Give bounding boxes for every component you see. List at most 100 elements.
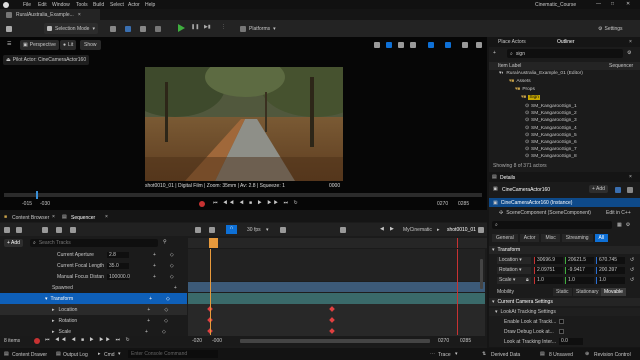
revision-control-button[interactable]: Revision Control [594,352,631,358]
list-item[interactable]: ⊙ SM_KangarooSign_1 [525,103,577,110]
track-row-selected[interactable]: ▾ Transform + ◇ [0,293,187,304]
menu-select[interactable]: Select [110,2,128,8]
pause-button[interactable]: ❚❚ [191,24,199,30]
transform-section-header[interactable]: ▾ Transform [489,246,640,254]
rotation-y-field[interactable]: -9.9417 [565,267,594,274]
blueprint-icon[interactable] [615,187,621,193]
perspective-button[interactable]: ▣ Perspective [20,40,59,50]
tree-folder-assets[interactable]: ▾■ Assets [509,79,531,84]
snap-icon[interactable] [195,227,201,233]
add-key-icon[interactable]: + [147,318,150,324]
add-key-icon[interactable]: + [153,274,156,280]
track-row[interactable]: Spawned + [0,282,187,293]
viewport-scrub-bar[interactable] [4,191,482,199]
list-item[interactable]: ⊙ SM_KangarooSign_6 [525,139,577,146]
content-drawer-button[interactable]: Content Drawer [12,352,47,358]
scale-y-field[interactable]: 1.0 [565,277,594,284]
horizontal-scrollbar[interactable] [240,339,430,343]
rotate-icon[interactable] [398,42,404,48]
save-icon[interactable] [6,26,12,32]
rotation-dropdown[interactable]: Rotation ▾ [497,267,531,274]
track-row[interactable]: Current Focal Length 35.0 + ◇ [0,260,187,271]
scale-x-field[interactable]: 1.0 [534,277,563,284]
camera-icon[interactable] [56,227,62,233]
mobility-static[interactable]: Static [553,288,572,296]
section-bar[interactable] [188,249,485,281]
platforms-button[interactable]: Platforms ▾ [240,23,276,34]
add-key-icon[interactable]: + [145,329,148,335]
output-log-button[interactable]: Output Log [63,352,88,358]
item-label-header[interactable]: Item Label [498,63,521,69]
list-item[interactable]: ⊙ SM_KangarooSign_3 [525,117,577,124]
add-content-icon[interactable] [110,26,116,32]
viewport-layout-icon[interactable] [476,42,482,48]
select-mode-icon[interactable] [374,42,380,48]
key-diamond-icon[interactable]: ◇ [164,318,168,324]
minimize-icon[interactable]: — [596,1,601,7]
outliner-search-input[interactable]: ⌕ sign [507,49,623,58]
reset-icon[interactable]: ↺ [630,267,634,273]
close-icon[interactable]: × [629,174,632,180]
back-arrow-icon[interactable]: ◀ [380,226,384,232]
playback-options-icon[interactable] [280,227,286,233]
mobility-movable[interactable]: Movable [601,288,626,296]
list-item[interactable]: ⊙ SM_KangarooSign_2 [525,110,577,117]
search-tracks-input[interactable]: ⌕ Search Tracks [30,239,158,247]
derived-data-button[interactable]: Derived Data [491,352,520,358]
add-track-button[interactable]: + Add [4,239,23,247]
grid-view-icon[interactable]: ▦ [617,222,622,228]
translate-icon[interactable] [386,42,392,48]
track-value[interactable]: 35.0 [107,262,129,269]
level-tab[interactable]: RuralAustralia_Example... × [0,9,100,20]
transport-controls[interactable]: ⏮ ◀◀ ◀ ■ ▶ ▶▶ ⏭ ↻ [213,200,300,206]
playhead-line[interactable] [210,249,211,335]
unsaved-button[interactable]: 8 Unsaved [549,352,573,358]
fps-selector[interactable]: 30 fps [247,227,261,233]
track-row[interactable]: Manual Focus Distan 100000.0 + ◇ [0,271,187,282]
filter-streaming[interactable]: Streaming [561,233,593,242]
edit-cpp-link[interactable]: Edit in C++ [606,210,631,216]
cinematics-icon[interactable] [140,26,146,32]
lit-button[interactable]: ● Lit [60,40,77,50]
snap-icon[interactable] [428,42,434,48]
eject-icon[interactable]: ⏏ [6,57,11,63]
close-icon[interactable]: ✕ [626,1,630,7]
magnet-icon[interactable]: ∩ [226,225,237,234]
location-dropdown[interactable]: Location ▾ [497,257,531,264]
add-component-button[interactable]: + Add [589,185,608,193]
skip-button[interactable]: ▶▮ [204,24,211,30]
location-x-field[interactable]: 30696.9 [534,257,563,264]
add-key-icon[interactable]: + [174,285,177,291]
vertical-scrollbar[interactable] [480,259,483,289]
key-diamond-icon[interactable]: ◇ [170,274,174,280]
scale-icon[interactable] [410,42,416,48]
tab-outliner[interactable]: Outliner [557,39,575,45]
tab-details[interactable]: Details [500,175,515,181]
close-icon[interactable]: × [52,214,55,220]
component-row[interactable]: ✣ SceneComponent (SceneComponent) Edit i… [489,208,640,217]
close-icon[interactable]: × [105,214,108,220]
filter-icon[interactable]: ⚙ [627,50,631,56]
menu-edit[interactable]: Edit [38,2,52,8]
console-input[interactable]: Enter Console Command [128,350,218,358]
location-section[interactable] [188,304,485,337]
menu-help[interactable]: Help [145,2,160,8]
play-button[interactable] [178,24,185,32]
selection-mode-button[interactable]: Selection Mode ▾ [44,23,98,34]
track-row[interactable]: ▸ Location + ◇ [0,304,187,315]
scale-z-field[interactable]: 1.0 [596,277,625,284]
filter-actor[interactable]: Actor [519,233,540,242]
breadcrumb-root[interactable]: MyCinematic [403,227,432,233]
reset-icon[interactable]: ↺ [630,277,634,283]
snap-rotate-icon[interactable] [445,42,451,48]
add-icon[interactable]: + [493,50,496,56]
key-diamond-icon[interactable]: ◇ [162,329,166,335]
copy-icon[interactable] [627,187,633,193]
record-button[interactable] [34,338,40,344]
sequence-settings-icon[interactable] [70,227,76,233]
viewport[interactable]: ☰ ▣ Perspective ● Lit Show ⏏ Pilot Actor… [0,37,487,210]
menu-file[interactable]: File [23,2,38,8]
menu-tools[interactable]: Tools [76,2,93,8]
track-value[interactable]: 2.8 [107,251,129,258]
location-y-field[interactable]: 20621.5 [565,257,594,264]
